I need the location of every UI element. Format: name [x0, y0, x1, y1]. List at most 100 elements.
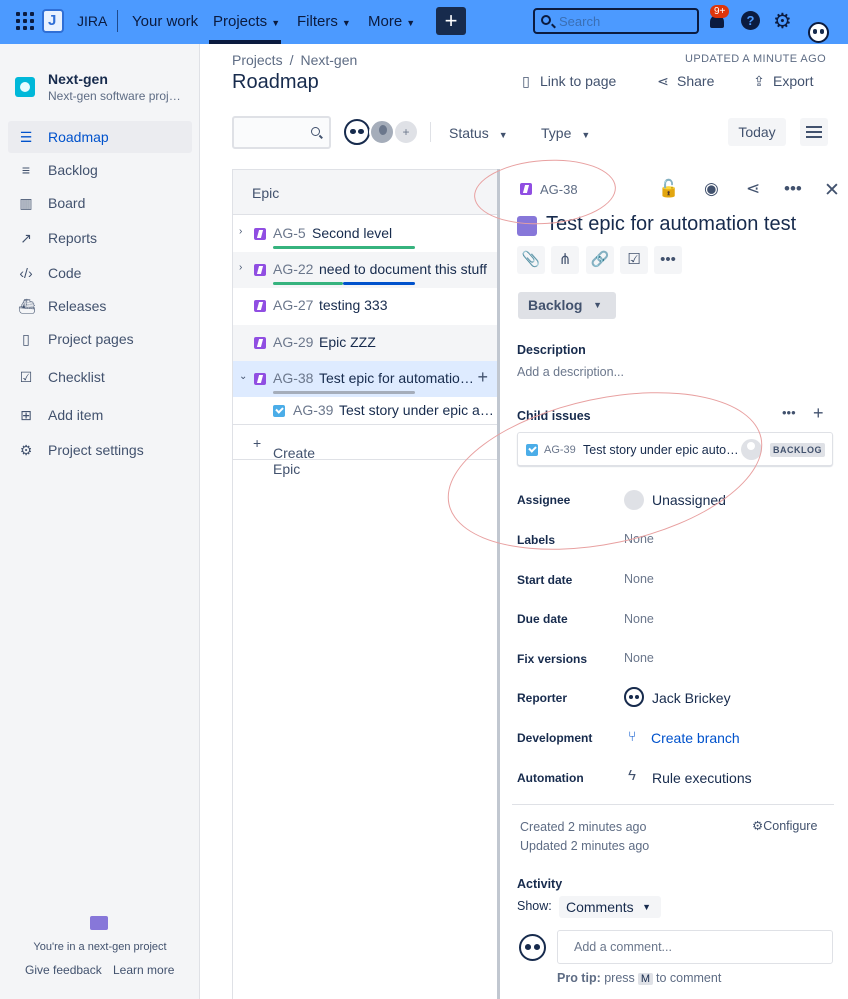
nav-active-indicator	[209, 40, 281, 44]
type-filter-dropdown[interactable]: Type ▼	[541, 125, 590, 141]
progress-bar-done	[273, 282, 343, 285]
status-filter-dropdown[interactable]: Status ▼	[449, 125, 508, 141]
breadcrumb-project[interactable]: Next-gen	[300, 52, 357, 68]
checklist-icon[interactable]: ☑	[620, 246, 648, 274]
description-field[interactable]: Add a description...	[517, 365, 624, 379]
close-icon[interactable]: ✕	[824, 179, 840, 202]
roadmap-icon: ☰	[19, 129, 33, 145]
issue-key: AG-39	[293, 402, 334, 418]
issue-key-link[interactable]: AG-38	[540, 182, 578, 197]
child-issue-icon[interactable]: ⋔	[551, 246, 579, 274]
sidebar-item-project-settings[interactable]: ⚙ Project settings	[8, 434, 192, 466]
sidebar-item-code[interactable]: ‹/› Code	[8, 257, 192, 289]
export-button[interactable]: ⇪ Export	[751, 73, 813, 90]
assignee-value[interactable]: Unassigned	[652, 492, 726, 508]
issue-title: Second level	[312, 225, 393, 241]
search-box[interactable]	[533, 8, 699, 34]
assignee-label: Assignee	[517, 493, 571, 507]
roadmap-search-input[interactable]	[232, 116, 331, 149]
fix-versions-value[interactable]: None	[624, 651, 654, 665]
create-branch-link[interactable]: Create branch	[651, 730, 740, 746]
chevron-down-icon: ▼	[581, 130, 591, 140]
sidebar-item-label: Code	[48, 265, 82, 281]
view-settings-icon[interactable]	[800, 118, 828, 146]
sidebar-item-add-item[interactable]: ⊞ Add item	[8, 399, 192, 431]
issue-key: AG-22	[273, 261, 314, 277]
watch-icon[interactable]: ◉	[704, 179, 719, 199]
export-label: Export	[773, 73, 814, 89]
help-icon[interactable]: ?	[741, 11, 760, 30]
nav-your-work[interactable]: Your work	[132, 13, 198, 30]
create-button[interactable]: +	[436, 7, 466, 35]
app-name[interactable]: JIRA	[77, 13, 107, 29]
lock-icon[interactable]: 🔓	[658, 179, 679, 199]
activity-filter-dropdown[interactable]: Comments ▼	[559, 896, 661, 918]
breadcrumb-projects[interactable]: Projects	[232, 52, 283, 68]
link-to-page-button[interactable]: ▯ Link to page	[518, 73, 616, 90]
add-child-issue-icon[interactable]: +	[813, 403, 824, 424]
app-switcher-icon[interactable]	[16, 12, 34, 30]
issue-title[interactable]: Test epic for automation test	[546, 213, 796, 236]
epic-row-ag-22[interactable]: › AG-22 need to document this stuff	[233, 252, 500, 288]
share-icon[interactable]: ⋖	[746, 179, 760, 199]
due-date-value[interactable]: None	[624, 612, 654, 626]
avatar-filter-user-1[interactable]	[344, 119, 370, 145]
add-child-icon[interactable]: +	[477, 367, 488, 388]
start-date-value[interactable]: None	[624, 572, 654, 586]
add-people-icon[interactable]: +	[393, 119, 419, 145]
reporter-value[interactable]: Jack Brickey	[652, 690, 731, 706]
next-gen-notice: You're in a next-gen project	[33, 941, 167, 953]
child-issue-card[interactable]: AG-39 Test story under epic auto… BACKLO…	[517, 432, 833, 466]
epic-row-ag-29[interactable]: AG-29 Epic ZZZ	[233, 325, 500, 361]
sidebar-item-releases[interactable]: ⛴ Releases	[8, 290, 192, 322]
sidebar-item-reports[interactable]: ↗ Reports	[8, 222, 192, 254]
epic-row-ag-38[interactable]: ⌄ AG-38 Test epic for automatio… +	[233, 361, 500, 397]
sidebar-item-backlog[interactable]: ≡ Backlog	[8, 154, 192, 186]
epic-row-ag-27[interactable]: AG-27 testing 333	[233, 288, 500, 324]
project-name: Next-gen	[48, 71, 108, 87]
create-epic-button[interactable]: + Create Epic	[233, 424, 500, 477]
automation-label: Automation	[517, 771, 584, 785]
collapse-chevron-icon[interactable]: ⌄	[239, 371, 247, 382]
give-feedback-link[interactable]: Give feedback	[25, 963, 102, 977]
comment-input[interactable]: Add a comment...	[557, 930, 833, 964]
commenter-avatar	[519, 934, 546, 961]
issue-title: Test story under epic a…	[339, 402, 494, 418]
epic-row-ag-5[interactable]: › AG-5 Second level	[233, 216, 500, 252]
sidebar-item-roadmap[interactable]: ☰ Roadmap	[8, 121, 192, 153]
jira-logo-icon[interactable]	[42, 9, 64, 33]
gear-icon[interactable]: ⚙	[773, 9, 792, 34]
learn-more-link[interactable]: Learn more	[113, 963, 174, 977]
notifications-button[interactable]: 9+	[708, 5, 730, 30]
rule-executions-link[interactable]: Rule executions	[652, 770, 752, 786]
labels-value[interactable]: None	[624, 532, 654, 546]
sidebar-item-checklist[interactable]: ☑ Checklist	[8, 361, 192, 393]
share-button[interactable]: ⋖ Share	[655, 73, 714, 90]
search-input[interactable]	[559, 12, 694, 30]
today-button[interactable]: Today	[728, 118, 786, 146]
sidebar-item-board[interactable]: ▥ Board	[8, 187, 192, 219]
type-filter-label: Type	[541, 125, 572, 141]
labels-label: Labels	[517, 533, 556, 547]
more-actions-icon[interactable]: •••	[784, 179, 802, 199]
nav-filters[interactable]: Filters ▼	[297, 13, 351, 30]
created-timestamp: Created 2 minutes ago	[520, 820, 647, 834]
configure-button[interactable]: ⚙Configure	[752, 818, 817, 833]
profile-avatar[interactable]	[808, 21, 829, 43]
nav-more-label: More	[368, 13, 403, 30]
issue-title: Test epic for automatio…	[319, 370, 474, 386]
avatar-filter-user-2[interactable]	[369, 119, 395, 145]
nav-projects[interactable]: Projects ▼	[213, 13, 280, 30]
nav-divider	[117, 10, 118, 32]
attach-icon[interactable]: 📎	[517, 246, 545, 274]
more-icon[interactable]: •••	[654, 246, 682, 274]
nav-more[interactable]: More ▼	[368, 13, 415, 30]
project-type: Next-gen software proj…	[48, 89, 181, 103]
expand-chevron-icon[interactable]: ›	[239, 226, 242, 237]
child-issues-more-icon[interactable]: •••	[782, 405, 796, 420]
status-dropdown[interactable]: Backlog ▼	[518, 292, 616, 319]
sidebar-item-label: Roadmap	[48, 129, 109, 145]
expand-chevron-icon[interactable]: ›	[239, 262, 242, 273]
sidebar-item-project-pages[interactable]: ▯ Project pages	[8, 323, 192, 355]
link-issue-icon[interactable]: 🔗	[586, 246, 614, 274]
